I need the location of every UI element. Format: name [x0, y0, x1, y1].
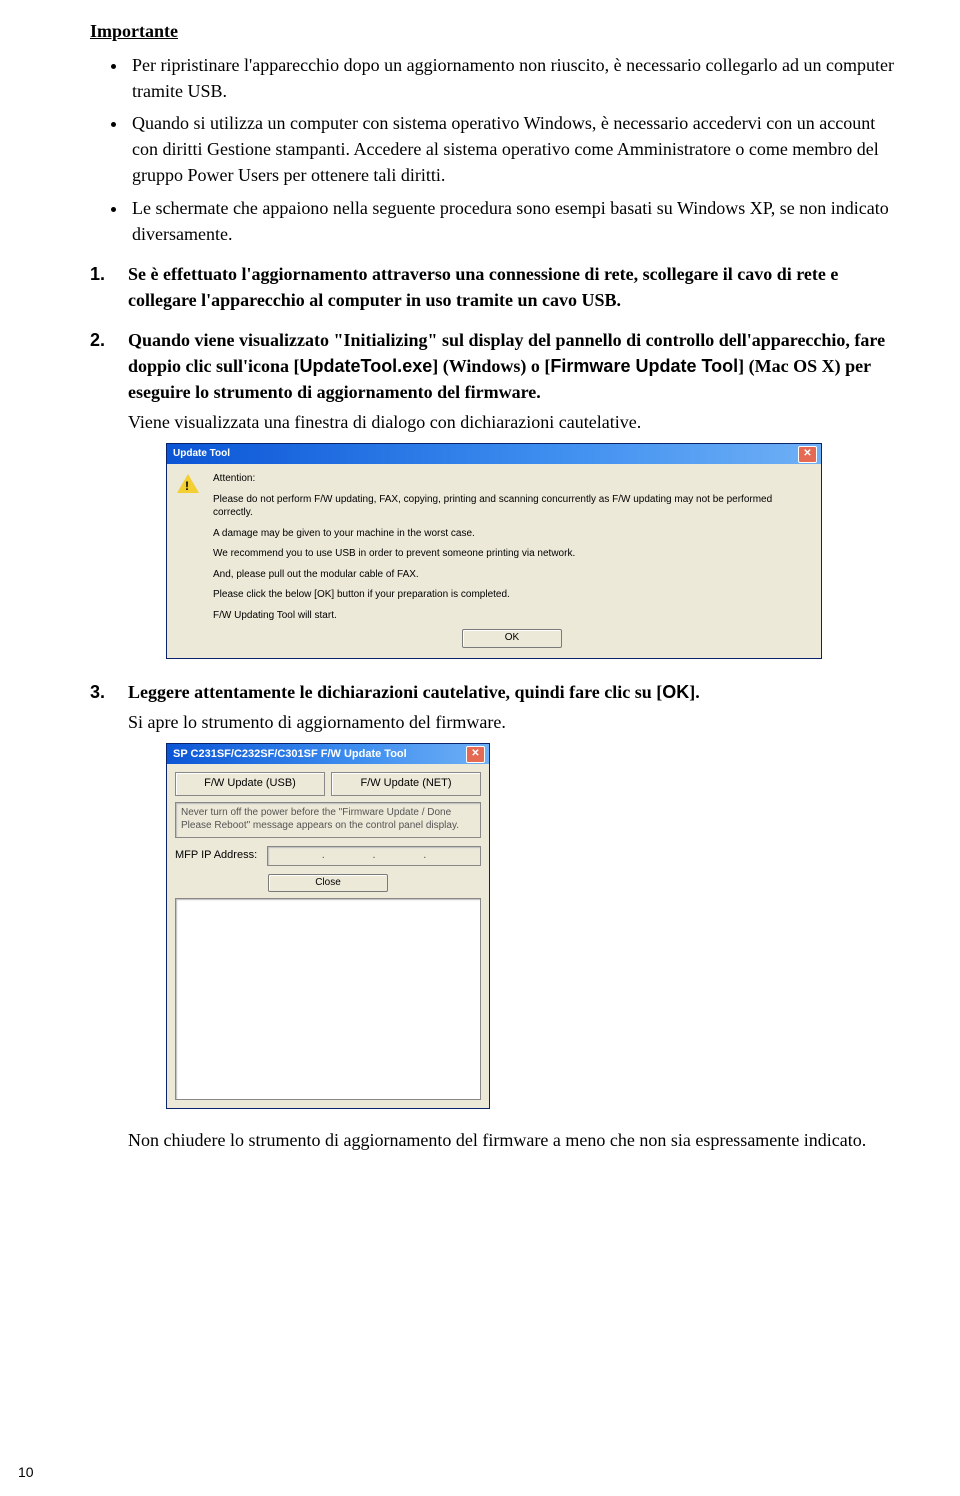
ip-address-input[interactable]: ... [267, 846, 481, 866]
ok-literal: OK [662, 682, 689, 702]
step-3-text-c: ]. [689, 682, 700, 702]
step-2-text-c: ] (Windows) o [ [432, 356, 550, 376]
step-1: Se è effettuato l'aggiornamento attraver… [90, 261, 900, 313]
warning-icon [177, 474, 201, 648]
bullets-list: Per ripristinare l'apparecchio dopo un a… [90, 52, 900, 247]
dialog-line: And, please pull out the modular cable o… [213, 568, 811, 582]
dialog-line: A damage may be given to your machine in… [213, 527, 811, 541]
step-3: Leggere attentamente le dichiarazioni ca… [90, 679, 900, 1154]
step-2-sub: Viene visualizzata una finestra di dialo… [128, 409, 900, 435]
dialog-line: We recommend you to use USB in order to … [213, 547, 811, 561]
bullet-item: Le schermate che appaiono nella seguente… [128, 195, 900, 247]
dialog-body-text: Attention: Please do not perform F/W upd… [213, 472, 811, 648]
dialog-fw-update-tool: SP C231SF/C232SF/C301SF F/W Update Tool … [166, 743, 490, 1109]
dialog-line: Please click the below [OK] button if yo… [213, 588, 811, 602]
dialog-titlebar: Update Tool ✕ [167, 444, 821, 464]
close-icon[interactable]: ✕ [798, 446, 817, 463]
step-3-text-a: Leggere attentamente le dichiarazioni ca… [128, 682, 662, 702]
warning-message-box: Never turn off the power before the "Fir… [175, 802, 481, 838]
section-title: Importante [90, 18, 900, 44]
bullet-item: Quando si utilizza un computer con siste… [128, 110, 900, 188]
step-2: Quando viene visualizzato "Initializing"… [90, 327, 900, 659]
step-1-text: Se è effettuato l'aggiornamento attraver… [128, 264, 838, 310]
ip-address-label: MFP IP Address: [175, 848, 257, 864]
ok-button[interactable]: OK [462, 629, 562, 648]
dialog-line: Please do not perform F/W updating, FAX,… [213, 493, 811, 520]
firmware-update-tool-label: Firmware Update Tool [550, 356, 738, 376]
close-icon[interactable]: ✕ [466, 746, 485, 763]
dialog-title: Update Tool [173, 444, 230, 464]
step-3-sub: Si apre lo strumento di aggiornamento de… [128, 709, 900, 735]
attention-label: Attention: [213, 472, 811, 486]
dialog-line: F/W Updating Tool will start. [213, 609, 811, 623]
dialog-update-tool: Update Tool ✕ Attention: Please do not p… [166, 443, 822, 659]
tab-fw-update-usb[interactable]: F/W Update (USB) [175, 772, 325, 796]
dialog-titlebar: SP C231SF/C232SF/C301SF F/W Update Tool … [167, 744, 489, 764]
closing-note: Non chiudere lo strumento di aggiornamen… [128, 1127, 900, 1153]
steps-list: Se è effettuato l'aggiornamento attraver… [90, 261, 900, 1154]
tab-fw-update-net[interactable]: F/W Update (NET) [331, 772, 481, 796]
update-tool-exe: UpdateTool.exe [300, 356, 433, 376]
dialog-title: SP C231SF/C232SF/C301SF F/W Update Tool [173, 744, 407, 764]
page-number: 10 [18, 1462, 34, 1482]
close-button[interactable]: Close [268, 874, 388, 893]
log-area [175, 898, 481, 1100]
bullet-item: Per ripristinare l'apparecchio dopo un a… [128, 52, 900, 104]
